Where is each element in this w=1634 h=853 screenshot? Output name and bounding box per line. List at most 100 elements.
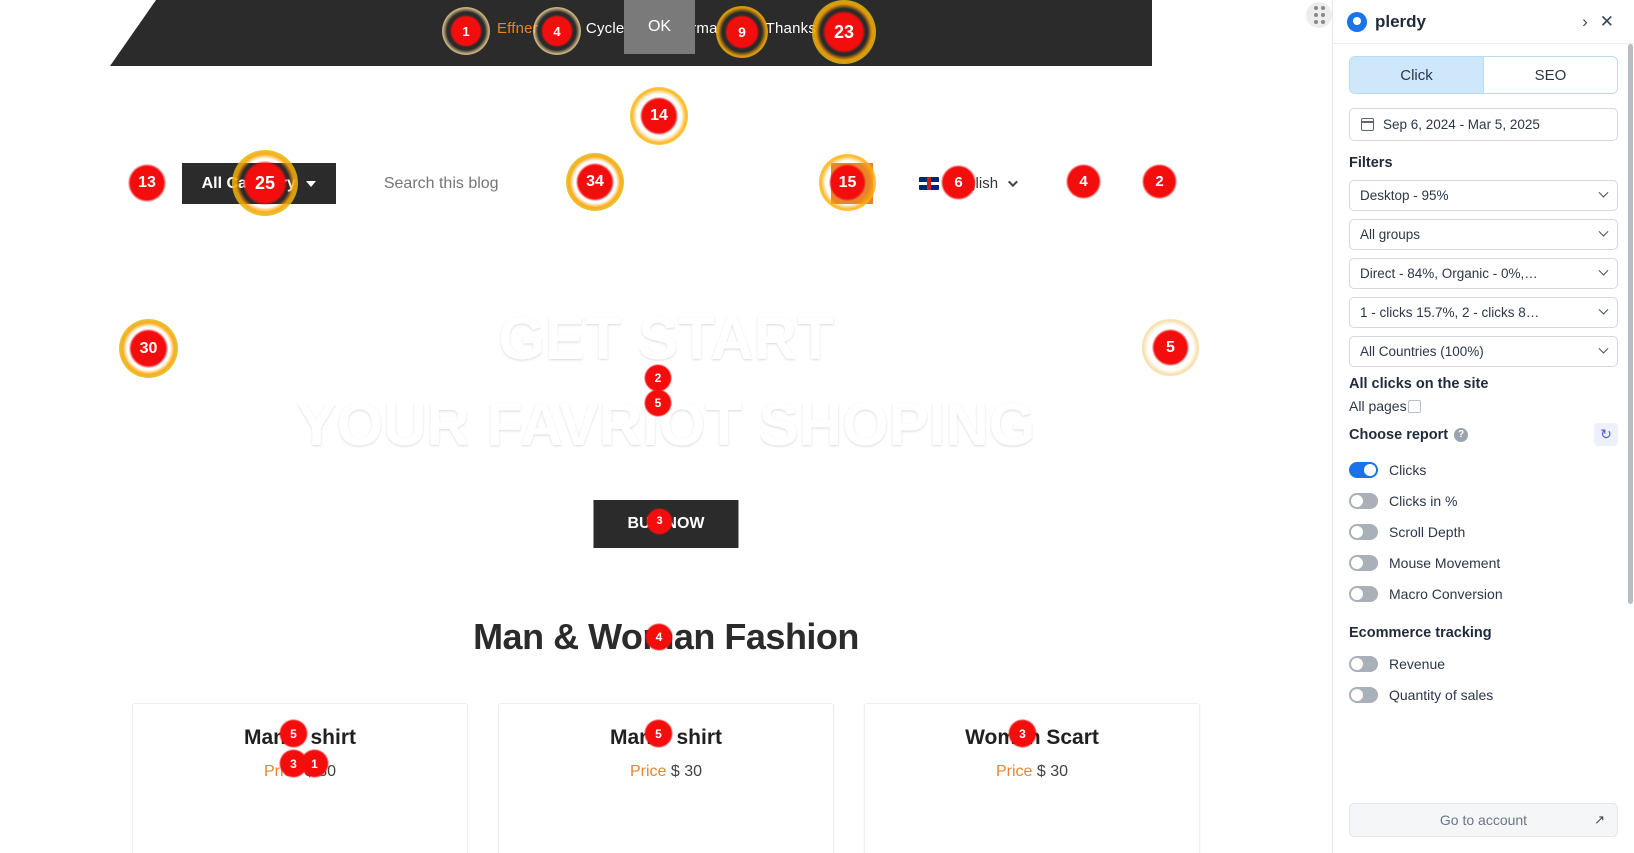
all-pages-label: All pages (1349, 398, 1407, 414)
plerdy-mark-icon (1347, 11, 1367, 32)
uk-flag-icon (918, 177, 939, 190)
toggle-switch[interactable] (1349, 686, 1378, 703)
chevron-down-icon (1598, 226, 1609, 237)
toggle-switch[interactable] (1349, 655, 1378, 672)
date-range-picker[interactable]: Sep 6, 2024 - Mar 5, 2025 (1349, 108, 1618, 141)
filter-select-2[interactable]: Direct - 84%, Organic - 0%,… (1349, 258, 1618, 289)
search-row: All Category English (0, 163, 1332, 204)
report-row-clicks-in-[interactable]: Clicks in % (1349, 485, 1618, 516)
plerdy-panel: plerdy › ✕ Click SEO Sep 6, 2024 - Mar 5,… (1332, 0, 1634, 853)
panel-body: Click SEO Sep 6, 2024 - Mar 5, 2025 Filte… (1333, 44, 1634, 803)
all-clicks-title: All clicks on the site (1349, 376, 1489, 392)
toggle-label: Revenue (1389, 655, 1446, 672)
report-row-macro-conversion[interactable]: Macro Conversion (1349, 578, 1618, 609)
price-value: $ 30 (1036, 763, 1069, 780)
calendar-icon (1360, 118, 1374, 131)
ecommerce-title: Ecommerce tracking (1349, 625, 1492, 641)
heatmap-marker[interactable]: 9 (716, 6, 768, 58)
tab-click[interactable]: Click (1350, 57, 1483, 93)
all-pages-row: All pages (1349, 398, 1618, 414)
heatmap-marker[interactable]: 3 (1008, 719, 1037, 748)
plerdy-logo: plerdy (1347, 11, 1576, 32)
chevron-down-icon (1598, 265, 1609, 276)
report-row-mouse-movement[interactable]: Mouse Movement (1349, 547, 1618, 578)
toggle-label: Mouse Movement (1389, 554, 1501, 571)
choose-report-row: Choose report ? ↻ (1349, 423, 1618, 446)
expand-icon[interactable]: › (1576, 12, 1594, 32)
heatmap-marker[interactable]: 34 (566, 153, 624, 211)
nav-link-0[interactable]: Effner (497, 20, 538, 37)
filter-value: All Countries (100%) (1360, 344, 1484, 359)
chevron-down-icon (1598, 304, 1609, 315)
product-price: Price $ 30 (499, 763, 833, 781)
nav-link-1[interactable]: Cycle (586, 20, 625, 37)
screen: EffnerCycleKarmaThanks Effner All Catego… (0, 0, 1634, 853)
filter-select-0[interactable]: Desktop - 95% (1349, 180, 1618, 211)
filter-value: 1 - clicks 15.7%, 2 - clicks 8… (1360, 305, 1540, 320)
toggle-switch[interactable] (1349, 461, 1378, 478)
toggle-label: Clicks in % (1389, 492, 1458, 509)
cart-label-2: CART (1180, 175, 1223, 192)
heatmap-marker[interactable]: 25 (231, 149, 299, 217)
heatmap-marker[interactable]: 15 (819, 154, 876, 211)
chevron-down-icon (305, 180, 316, 187)
toggle-label: Clicks (1389, 461, 1427, 478)
panel-footer: Go to account ↗ (1333, 803, 1634, 853)
filter-select-1[interactable]: All groups (1349, 219, 1618, 250)
filter-value: All groups (1360, 227, 1421, 242)
panel-scrollbar[interactable] (1628, 44, 1633, 604)
chevron-down-icon (1008, 177, 1018, 188)
heatmap-marker[interactable]: 6 (941, 165, 976, 200)
ecommerce-row-quantity-of-sales[interactable]: Quantity of sales (1349, 679, 1618, 710)
toggle-label: Quantity of sales (1389, 686, 1494, 703)
ecommerce-toggle-list: Revenue Quantity of sales (1349, 648, 1618, 710)
toggle-switch[interactable] (1349, 492, 1378, 509)
go-to-account-label: Go to account (1439, 812, 1528, 828)
heatmap-marker[interactable]: 30 (118, 318, 179, 379)
heatmap-marker[interactable]: 14 (630, 87, 688, 145)
heatmap-marker[interactable]: 4 (1066, 164, 1101, 199)
website-viewport: EffnerCycleKarmaThanks Effner All Catego… (0, 0, 1332, 853)
help-icon[interactable]: ? (1454, 427, 1469, 442)
toggle-switch[interactable] (1349, 523, 1378, 540)
heatmap-marker[interactable]: 5 (644, 389, 672, 417)
ok-tooltip-button[interactable]: OK (624, 0, 695, 54)
heatmap-marker[interactable]: 1 (300, 749, 329, 778)
ecommerce-row-revenue[interactable]: Revenue (1349, 648, 1618, 679)
toggle-switch[interactable] (1349, 585, 1378, 602)
heatmap-marker[interactable]: 13 (128, 164, 166, 202)
heatmap-marker[interactable]: 5 (279, 719, 308, 748)
price-label: Price (629, 763, 667, 780)
heatmap-marker[interactable]: 4 (645, 623, 673, 651)
go-to-account-button[interactable]: Go to account ↗ (1349, 803, 1618, 837)
nav-link-3[interactable]: Thanks (766, 20, 816, 37)
heatmap-marker[interactable]: 23 (812, 0, 876, 64)
heatmap-marker[interactable]: 2 (644, 364, 672, 392)
filter-value: Desktop - 95% (1360, 188, 1449, 203)
chevron-down-icon (1598, 187, 1609, 198)
filter-list: Desktop - 95% All groups Direct - 84%, Org… (1349, 180, 1618, 367)
all-pages-checkbox[interactable] (1407, 399, 1421, 413)
report-toggle-list: Clicks Clicks in % Scroll Depth Mouse Movem… (1349, 454, 1618, 609)
toggle-label: Macro Conversion (1389, 585, 1503, 602)
heatmap-marker[interactable]: 1 (441, 6, 491, 56)
date-range-label: Sep 6, 2024 - Mar 5, 2025 (1383, 117, 1540, 132)
tab-seo[interactable]: SEO (1483, 57, 1617, 93)
price-value: $ 30 (670, 763, 703, 780)
heatmap-marker[interactable]: 5 (644, 719, 673, 748)
filters-title: Filters (1349, 155, 1393, 171)
heatmap-marker[interactable]: 4 (532, 6, 582, 56)
product-price: Price $ 30 (865, 763, 1199, 781)
close-icon[interactable]: ✕ (1594, 12, 1620, 32)
report-row-clicks[interactable]: Clicks (1349, 454, 1618, 485)
report-row-scroll-depth[interactable]: Scroll Depth (1349, 516, 1618, 547)
refresh-icon[interactable]: ↻ (1594, 423, 1618, 446)
heatmap-marker[interactable]: 3 (646, 508, 673, 535)
filter-select-3[interactable]: 1 - clicks 15.7%, 2 - clicks 8… (1349, 297, 1618, 328)
toggle-switch[interactable] (1349, 554, 1378, 571)
chevron-down-icon (1598, 343, 1609, 354)
drag-handle-icon[interactable] (1306, 2, 1332, 28)
heatmap-marker[interactable]: 5 (1142, 319, 1199, 376)
heatmap-marker[interactable]: 2 (1142, 164, 1177, 199)
filter-select-4[interactable]: All Countries (100%) (1349, 336, 1618, 367)
